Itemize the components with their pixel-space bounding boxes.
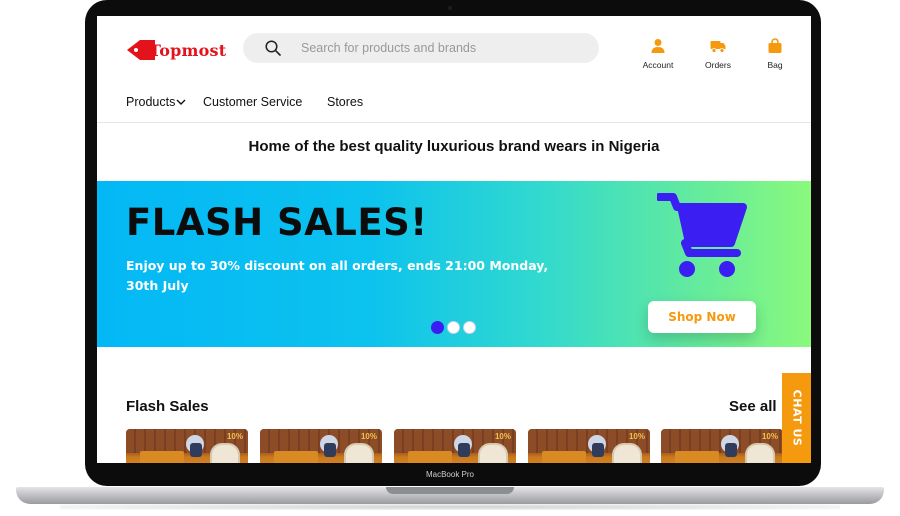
carousel-dot-1[interactable]	[431, 321, 444, 334]
laptop-notch	[386, 487, 514, 494]
product-card[interactable]: 10%	[260, 429, 382, 463]
truck-icon	[710, 41, 726, 53]
orders-label: Orders	[705, 60, 731, 70]
chat-us-label: CHAT US	[790, 389, 803, 447]
discount-badge: 10%	[360, 432, 377, 441]
carousel-dot-2[interactable]	[447, 321, 460, 334]
chevron-down-icon	[176, 99, 186, 105]
nav-divider	[97, 122, 811, 123]
brand-logo[interactable]: Topmost	[127, 38, 227, 62]
search-bar	[243, 33, 599, 63]
orders-button[interactable]: Orders	[688, 38, 748, 70]
device-label: MacBook Pro	[425, 470, 475, 479]
nav-products-label: Products	[126, 95, 176, 109]
nav-stores[interactable]: Stores	[327, 95, 363, 109]
flash-sales-title: Flash Sales	[126, 398, 209, 415]
discount-badge: 10%	[494, 432, 511, 441]
product-card[interactable]: 10%	[661, 429, 783, 463]
product-card[interactable]: 10%	[528, 429, 650, 463]
shopping-bag-icon	[768, 38, 782, 53]
bag-label: Bag	[767, 60, 783, 70]
laptop-screen: Topmost Account Orders Bag	[97, 16, 811, 463]
banner-subtitle: Enjoy up to 30% discount on all orders, …	[126, 258, 549, 293]
carousel-dot-3[interactable]	[463, 321, 476, 334]
laptop-shadow	[60, 504, 840, 510]
discount-badge: 10%	[628, 432, 645, 441]
banner-title: FLASH SALES!	[126, 201, 428, 244]
camera	[448, 6, 452, 10]
account-label: Account	[642, 60, 674, 70]
nav-customer-service[interactable]: Customer Service	[203, 95, 302, 109]
see-all-link[interactable]: See all	[729, 398, 777, 415]
section-spacer	[97, 347, 811, 382]
product-card[interactable]: 10%	[126, 429, 248, 463]
flash-sales-banner: FLASH SALES! Enjoy up to 30% discount on…	[97, 181, 811, 347]
search-input[interactable]	[301, 33, 587, 63]
discount-badge: 10%	[226, 432, 243, 441]
product-card[interactable]: 10%	[394, 429, 516, 463]
search-icon[interactable]	[265, 40, 281, 56]
nav-products[interactable]: Products	[126, 95, 186, 109]
shopping-cart-icon	[657, 193, 747, 277]
chat-us-button[interactable]: CHAT US	[782, 373, 811, 463]
shop-now-button[interactable]: Shop Now	[648, 301, 756, 333]
brand-name: Topmost	[149, 41, 227, 60]
discount-badge: 10%	[761, 432, 778, 441]
bag-button[interactable]: Bag	[745, 38, 805, 70]
user-icon	[651, 39, 665, 53]
page-tagline: Home of the best quality luxurious brand…	[248, 138, 660, 155]
account-button[interactable]: Account	[628, 38, 688, 70]
